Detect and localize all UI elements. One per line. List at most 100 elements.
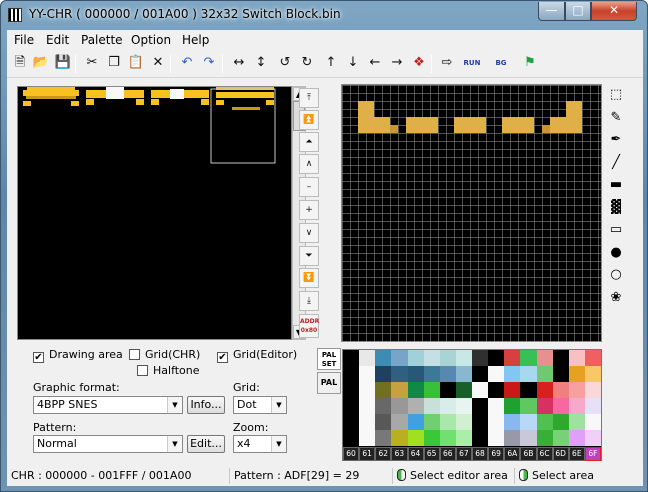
edit-button[interactable]: Edit... (187, 435, 225, 453)
nav-button-2[interactable]: ⏶ (299, 132, 319, 152)
rotate-right-icon[interactable]: ↻ (297, 53, 317, 73)
save-icon[interactable]: 💾 (53, 53, 73, 73)
palette-swatch[interactable] (407, 430, 424, 446)
shift-up-icon[interactable]: ↑ (321, 53, 341, 73)
palette-swatch[interactable] (343, 366, 360, 382)
palette-swatch[interactable] (343, 398, 360, 414)
flip-horizontal-icon[interactable]: ↔ (229, 53, 249, 73)
palette-swatch[interactable] (520, 414, 537, 430)
palette-swatch[interactable] (472, 350, 489, 366)
palette-swatch[interactable] (488, 398, 505, 414)
new-file-icon[interactable]: 🗎 (10, 53, 30, 73)
palette-swatch[interactable] (584, 366, 601, 382)
palette-swatch[interactable] (520, 366, 537, 382)
palette-swatch[interactable] (488, 350, 505, 366)
palette-swatch[interactable] (472, 414, 489, 430)
export-icon[interactable]: ⇨ (437, 53, 457, 73)
palette-swatch[interactable] (343, 350, 360, 366)
nav-button-8[interactable]: ⏬ (299, 268, 319, 288)
palette-swatch[interactable] (455, 366, 472, 382)
palette-index-62[interactable]: 62 (375, 447, 392, 461)
palette-swatch[interactable] (472, 382, 489, 398)
palette-swatch[interactable] (584, 414, 601, 430)
nav-button-7[interactable]: ⏷ (299, 246, 319, 266)
palette-swatch[interactable] (455, 382, 472, 398)
palette-tab[interactable]: PAL (317, 372, 341, 394)
pattern-icon[interactable]: ▓ (605, 197, 627, 219)
palette-swatch[interactable] (455, 414, 472, 430)
menu-help[interactable]: Help (182, 33, 209, 47)
palette-grid[interactable] (343, 350, 601, 446)
nav-button-3[interactable]: ∧ (299, 154, 319, 174)
palette-index-row[interactable]: 60 61 62 63 64 65 66 67 68 69 6A 6B 6C 6D 6E 6F (343, 447, 601, 461)
palette-swatch[interactable] (359, 430, 376, 446)
palette-swatch[interactable] (504, 366, 521, 382)
nav-button-0[interactable]: ⤒ (299, 88, 319, 108)
palette-index-65[interactable]: 65 (423, 447, 440, 461)
palette-swatch[interactable] (455, 350, 472, 366)
palette-swatch[interactable] (343, 430, 360, 446)
cut-icon[interactable]: ✂ (82, 53, 102, 73)
palette-index-6E[interactable]: 6E (568, 447, 585, 461)
palette-swatch[interactable] (423, 350, 440, 366)
palette-swatch[interactable] (584, 398, 601, 414)
palette-swatch[interactable] (568, 414, 585, 430)
palette-swatch[interactable] (488, 382, 505, 398)
palette-swatch[interactable] (439, 382, 456, 398)
shift-down-icon[interactable]: ↓ (343, 53, 363, 73)
rotate-left-icon[interactable]: ↺ (275, 53, 295, 73)
undo-icon[interactable]: ↶ (177, 53, 197, 73)
info-button[interactable]: Info... (187, 396, 225, 414)
palette-swatch[interactable] (375, 382, 392, 398)
palette-swatch[interactable] (552, 350, 569, 366)
palette-swatch[interactable] (552, 398, 569, 414)
palette-swatch[interactable] (359, 398, 376, 414)
palette-swatch[interactable] (423, 398, 440, 414)
palette-swatch[interactable] (439, 350, 456, 366)
palette-index-60[interactable]: 60 (343, 447, 360, 461)
maximize-button[interactable]: □ (565, 2, 591, 21)
palette-panel[interactable]: 60 61 62 63 64 65 66 67 68 69 6A 6B 6C 6D 6E 6F (342, 349, 602, 461)
pencil-icon[interactable]: ✎ (605, 107, 627, 129)
palette-swatch[interactable] (407, 398, 424, 414)
palette-swatch[interactable] (536, 366, 553, 382)
nav-button-1[interactable]: ⏫ (299, 110, 319, 130)
palette-swatch[interactable] (488, 430, 505, 446)
chr-tile-view[interactable] (17, 86, 292, 340)
palette-swatch[interactable] (568, 382, 585, 398)
nav-button-9[interactable]: ⤓ (299, 291, 319, 311)
palette-swatch[interactable] (520, 430, 537, 446)
line-icon[interactable]: ╱ (605, 152, 627, 174)
zoom-select[interactable]: x4 ▼ (233, 435, 287, 453)
run-icon[interactable]: RUN (462, 53, 482, 73)
palette-swatch[interactable] (391, 382, 408, 398)
palette-set-button[interactable]: PAL SET (317, 348, 341, 370)
palette-swatch[interactable] (423, 366, 440, 382)
palette-index-6D[interactable]: 6D (552, 447, 569, 461)
circle-icon[interactable]: ○ (605, 264, 627, 286)
palette-swatch[interactable] (439, 366, 456, 382)
delete-icon[interactable]: ✕ (148, 53, 168, 73)
palette-swatch[interactable] (504, 430, 521, 446)
title-bar[interactable]: YY-CHR ( 000000 / 001A00 ) 32x32 Switch … (1, 1, 647, 29)
palette-swatch[interactable] (488, 414, 505, 430)
palette-swatch[interactable] (423, 430, 440, 446)
open-folder-icon[interactable]: 📂 (31, 53, 51, 73)
palette-swatch[interactable] (472, 398, 489, 414)
address-button[interactable]: ADDR 0x80 (299, 314, 319, 338)
palette-swatch[interactable] (359, 414, 376, 430)
menu-edit[interactable]: Edit (46, 33, 69, 47)
palette-swatch[interactable] (536, 414, 553, 430)
pattern-select[interactable]: Normal ▼ (33, 435, 183, 453)
drawing-area-checkbox[interactable]: ✔ Drawing area (33, 348, 123, 363)
palette-swatch[interactable] (375, 398, 392, 414)
exit-icon[interactable]: ⚑ (520, 53, 540, 73)
palette-swatch[interactable] (455, 430, 472, 446)
palette-swatch[interactable] (472, 366, 489, 382)
select-icon[interactable]: ⬚ (605, 84, 627, 106)
palette-swatch[interactable] (423, 414, 440, 430)
palette-swatch[interactable] (407, 366, 424, 382)
grid-select[interactable]: Dot ▼ (233, 396, 287, 414)
rectangle-icon[interactable]: ▭ (605, 219, 627, 241)
menu-option[interactable]: Option (131, 33, 171, 47)
